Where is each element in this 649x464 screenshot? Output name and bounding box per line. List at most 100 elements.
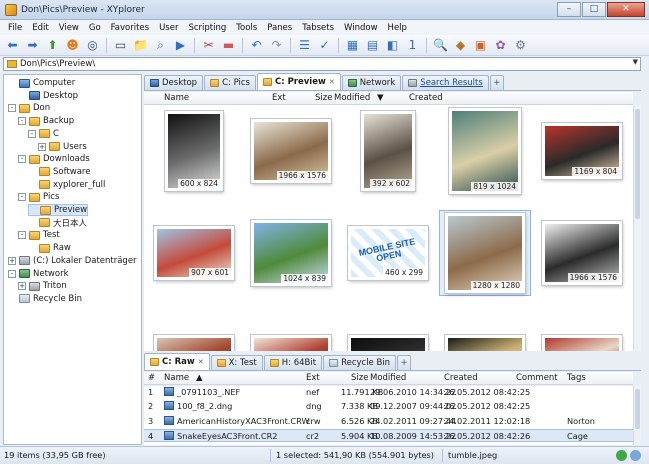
expand-icon[interactable]: +: [38, 142, 46, 151]
column-ext[interactable]: Ext: [306, 373, 320, 383]
menu-help[interactable]: Help: [383, 23, 412, 33]
menu-user[interactable]: User: [154, 23, 183, 33]
collapse-icon[interactable]: -: [8, 269, 16, 278]
tabs-bottom-new-tab-button[interactable]: +: [397, 355, 412, 370]
column-created[interactable]: Created: [409, 93, 443, 103]
column-ext[interactable]: Ext: [272, 93, 286, 103]
menu-window[interactable]: Window: [339, 23, 383, 33]
tree-item-test[interactable]: - Test: [18, 229, 60, 241]
undo-icon[interactable]: ↶: [248, 37, 265, 54]
collapse-icon[interactable]: -: [18, 117, 26, 126]
up-arrow-icon[interactable]: ⬆: [44, 37, 61, 54]
tree-item-c-lokaler-datentr-ger[interactable]: + (C:) Lokaler Datenträger: [8, 255, 137, 267]
thumbnail-item[interactable]: [245, 312, 337, 351]
thumbnail-item[interactable]: 1966 x 1576: [245, 108, 337, 194]
tab-x-test[interactable]: X: Test: [210, 355, 263, 370]
thumbnails-view-icon[interactable]: ▦: [344, 37, 361, 54]
tab-c-raw[interactable]: C: Raw ✕: [144, 353, 210, 370]
collapse-icon[interactable]: -: [18, 155, 26, 164]
list-view-icon[interactable]: ☰: [296, 37, 313, 54]
column-name[interactable]: Name: [164, 93, 189, 103]
tab-desktop[interactable]: Desktop: [144, 75, 204, 90]
collapse-icon[interactable]: -: [18, 231, 26, 240]
redo-icon[interactable]: ↷: [268, 37, 285, 54]
column-modified[interactable]: Modified: [334, 93, 370, 103]
file-row[interactable]: 1 _0791103_.NEF nef 11.791 KB 29.06.2010 14:…: [144, 386, 633, 399]
chevron-down-icon[interactable]: ▼: [633, 58, 638, 66]
menu-view[interactable]: View: [54, 23, 84, 33]
thumbnail-item[interactable]: [536, 312, 628, 351]
close-icon[interactable]: ✕: [329, 78, 335, 86]
list-scrollbar[interactable]: [633, 386, 641, 445]
tree-item-c[interactable]: -C: [28, 128, 59, 140]
close-button[interactable]: ✕: [607, 2, 645, 17]
tool-a-icon[interactable]: ◆: [452, 37, 469, 54]
expand-icon[interactable]: +: [18, 282, 26, 291]
tabs-top-new-tab-button[interactable]: +: [489, 75, 504, 90]
thumbnail-item[interactable]: 1966 x 1576: [536, 210, 628, 296]
menu-favorites[interactable]: Favorites: [106, 23, 154, 33]
monitor-icon[interactable]: ▭: [112, 37, 129, 54]
column-size[interactable]: Size: [351, 373, 368, 383]
pane-layout-icon[interactable]: ▤: [364, 37, 381, 54]
tree-item-raw[interactable]: Raw: [28, 242, 71, 254]
menu-go[interactable]: Go: [84, 23, 106, 33]
settings-gear-icon[interactable]: ⚙: [512, 37, 529, 54]
pane-split-icon[interactable]: ◧: [384, 37, 401, 54]
check-icon[interactable]: ✓: [316, 37, 333, 54]
collapse-icon[interactable]: -: [28, 129, 36, 138]
menu-file[interactable]: File: [3, 23, 27, 33]
file-row[interactable]: 2 100_f8_2.dng dng 7.338 KB 09.12.2007 09:44…: [144, 400, 633, 413]
eraser-icon[interactable]: ▬: [220, 37, 237, 54]
expand-icon[interactable]: +: [8, 256, 16, 265]
thumbnail-scrollbar[interactable]: [633, 105, 641, 351]
thumbnail-item[interactable]: 819 x 1024: [439, 108, 531, 194]
thumbnail-item[interactable]: [439, 312, 531, 351]
tree-item-[interactable]: 大日本人: [28, 217, 87, 229]
back-arrow-icon[interactable]: ⬅: [4, 37, 21, 54]
tree-item-xyplorer-full[interactable]: xyplorer_full: [28, 179, 105, 191]
maximize-button[interactable]: □: [582, 2, 606, 17]
find-icon[interactable]: 🔍: [432, 37, 449, 54]
address-bar[interactable]: Don\Pics\Preview\ ▼: [3, 57, 641, 71]
menu-scripting[interactable]: Scripting: [183, 23, 231, 33]
tree-item-preview[interactable]: Preview: [28, 204, 89, 216]
thumbnail-item[interactable]: 392 x 602: [342, 108, 434, 194]
collapse-icon[interactable]: -: [8, 104, 16, 113]
tree-item-triton[interactable]: + Triton: [18, 280, 67, 292]
column-size[interactable]: Size: [315, 93, 332, 103]
tree-item-software[interactable]: Software: [28, 166, 90, 178]
go-home-icon[interactable]: ◎: [84, 37, 101, 54]
thumbnail-item[interactable]: 1280 x 1280: [439, 210, 531, 296]
color-filter-icon[interactable]: ✿: [492, 37, 509, 54]
search-icon[interactable]: ⌕: [152, 37, 169, 54]
tree-item-computer[interactable]: Computer: [8, 77, 75, 89]
cut-icon[interactable]: ✂: [200, 37, 217, 54]
new-folder-icon[interactable]: 📁: [132, 37, 149, 54]
column-number[interactable]: #: [148, 373, 155, 383]
hotlist-icon[interactable]: ☻: [64, 37, 81, 54]
tab-c-preview[interactable]: C: Preview ✕: [256, 73, 341, 90]
column-created[interactable]: Created: [444, 373, 478, 383]
file-row[interactable]: 3 AmericanHistoryXAC3Front.CRW crw 6.526 KB…: [144, 415, 633, 428]
thumbnail-item[interactable]: 1024 x 839: [245, 210, 337, 296]
menu-tools[interactable]: Tools: [231, 23, 262, 33]
collapse-icon[interactable]: -: [18, 193, 26, 202]
play-icon[interactable]: ▶: [172, 37, 189, 54]
address-input[interactable]: Don\Pics\Preview\: [20, 59, 95, 69]
pane-number-icon[interactable]: 1: [404, 37, 421, 54]
tree-item-desktop[interactable]: Desktop: [18, 90, 78, 102]
tree-item-don[interactable]: - Don: [8, 102, 50, 114]
tree-item-downloads[interactable]: - Downloads: [18, 153, 90, 165]
thumbnail-item[interactable]: [148, 312, 240, 351]
scrollbar-thumb[interactable]: [635, 389, 640, 429]
thumbnail-item[interactable]: MOBILE SITE OPEN 460 x 299: [342, 210, 434, 296]
tree-item-recycle-bin[interactable]: Recycle Bin: [8, 293, 82, 305]
scrollbar-thumb[interactable]: [635, 109, 640, 219]
tree-item-network[interactable]: - Network: [8, 268, 69, 280]
column-name[interactable]: Name: [164, 373, 189, 383]
minimize-button[interactable]: –: [557, 2, 581, 17]
thumbnail-item[interactable]: 600 x 824: [148, 108, 240, 194]
tab-h-64bit[interactable]: H: 64Bit: [263, 355, 323, 370]
column-comment[interactable]: Comment: [516, 373, 558, 383]
